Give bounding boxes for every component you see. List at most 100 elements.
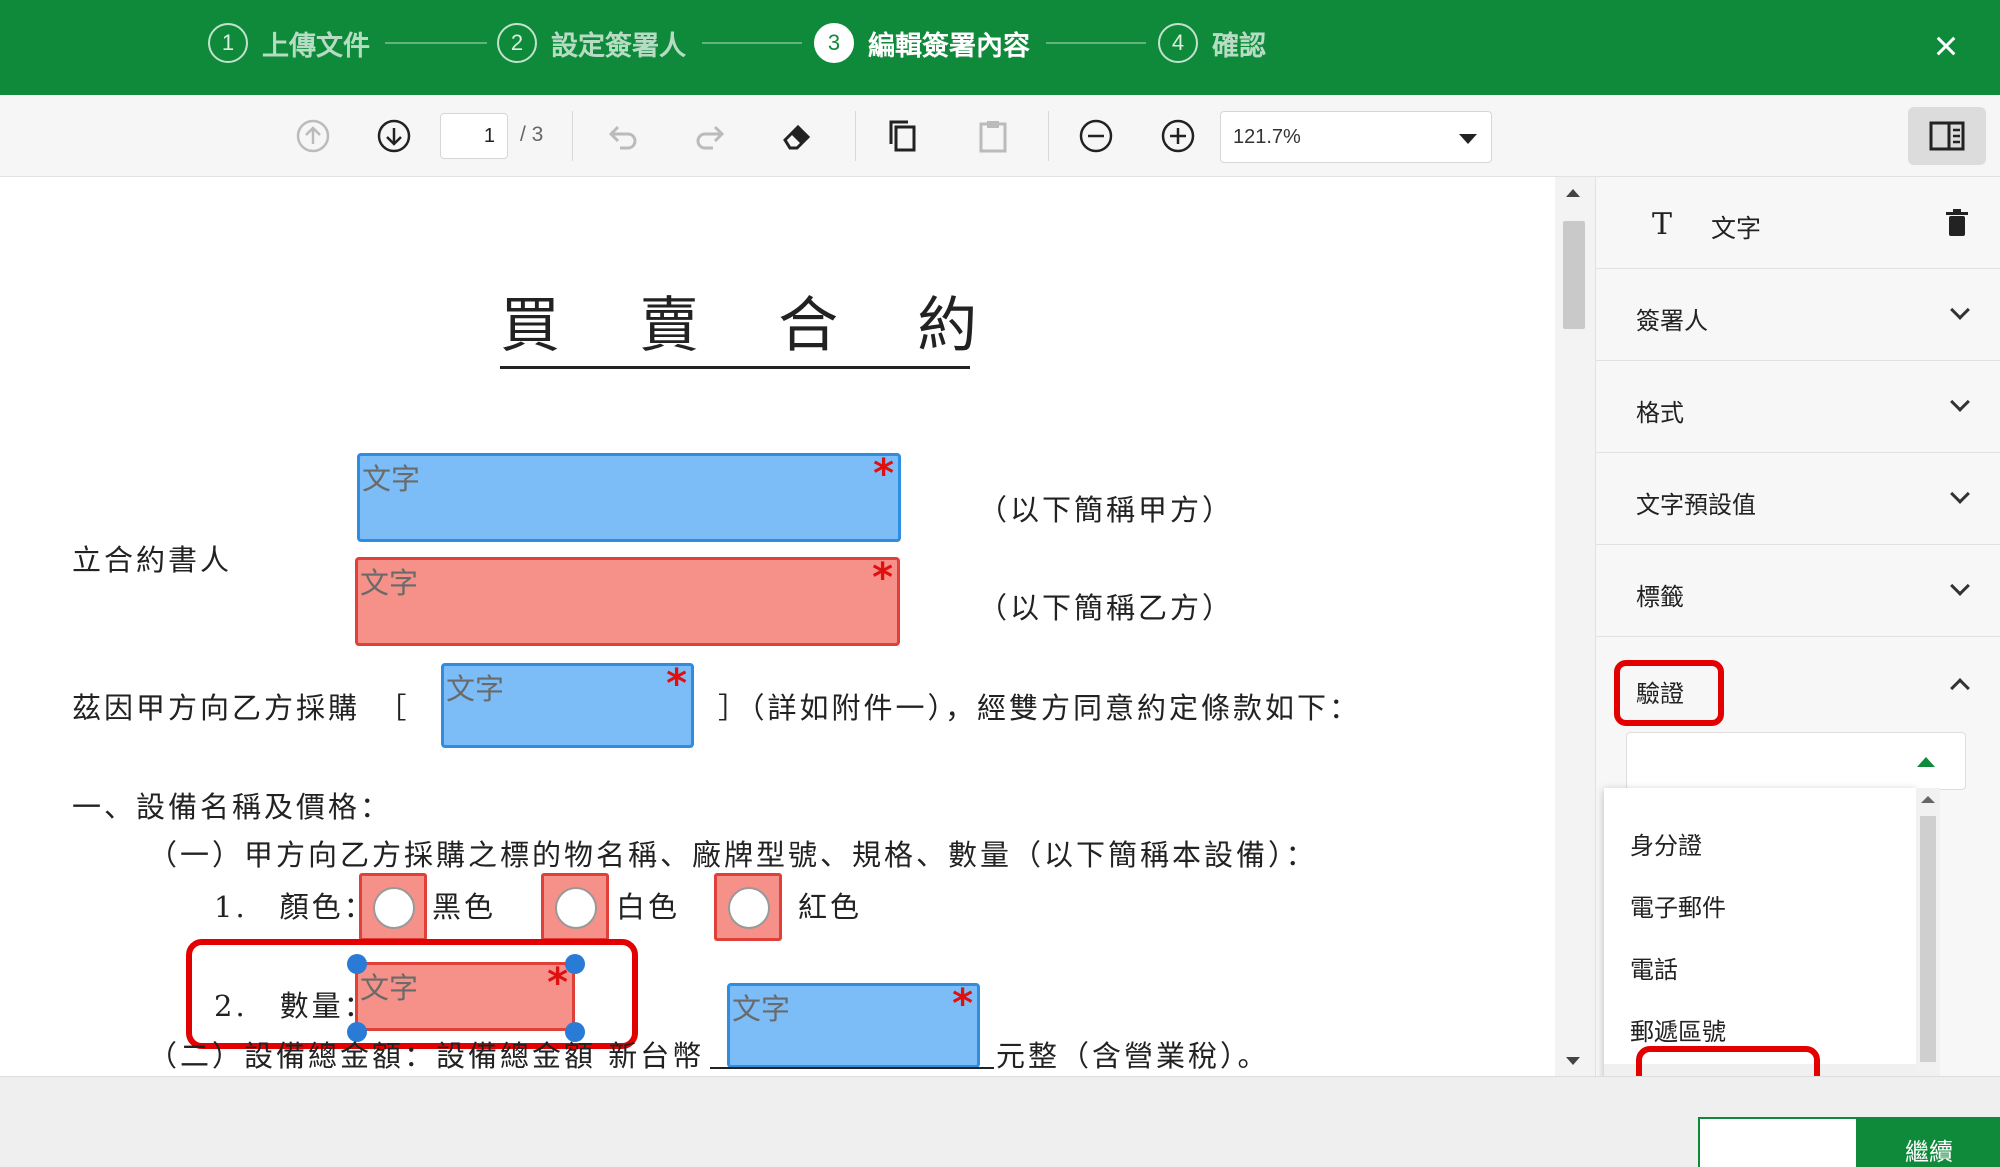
validation-select[interactable]: [1626, 732, 1966, 790]
text-type-icon: T: [1652, 207, 1673, 242]
zoom-select[interactable]: 121.7%: [1220, 111, 1492, 163]
undo-icon[interactable]: [596, 110, 648, 162]
step-label: 編輯簽署內容: [868, 30, 1030, 62]
radio-circle: [728, 887, 770, 929]
zoom-value: 121.7%: [1233, 126, 1301, 148]
page-total: / 3: [520, 123, 544, 146]
purchase-suffix: ］（詳如附件一），經雙方同意約定條款如下：: [718, 691, 1362, 725]
prev-page-icon[interactable]: [287, 110, 339, 162]
step-upload[interactable]: 1 上傳文件: [208, 22, 370, 64]
option-email[interactable]: 電子郵件: [1604, 878, 1916, 938]
step-label: 設定簽署人: [551, 30, 686, 62]
zoom-in-icon[interactable]: [1152, 110, 1204, 162]
purchase-prefix: 茲因甲方向乙方採購 ［: [72, 691, 410, 725]
section-1-2-text: （二）設備總金額：設備總金額 新台幣: [148, 1039, 705, 1073]
option-id-number[interactable]: 身分證: [1604, 816, 1916, 876]
continue-button[interactable]: 繼續: [1858, 1117, 2000, 1167]
quantity-label: 2. 數量：: [214, 989, 376, 1023]
step-connector: [702, 42, 802, 44]
section-default-text[interactable]: 文字預設值: [1596, 453, 2000, 545]
section-label: 標籤: [1636, 583, 1684, 611]
eraser-icon[interactable]: [772, 110, 824, 162]
text-field-amount[interactable]: 文字 *: [727, 983, 980, 1068]
scroll-thumb[interactable]: [1563, 221, 1585, 329]
section-label: 文字預設值: [1636, 491, 1756, 519]
text-field-party-b[interactable]: 文字 *: [355, 557, 900, 646]
step-confirm[interactable]: 4 確認: [1158, 22, 1266, 64]
paste-icon[interactable]: [967, 110, 1019, 162]
trash-icon[interactable]: [1946, 209, 1968, 242]
section-tag[interactable]: 標籤: [1596, 545, 2000, 637]
required-mark: *: [872, 555, 893, 601]
party-a-note: （以下簡稱甲方）: [978, 493, 1235, 527]
secondary-button[interactable]: [1698, 1117, 1858, 1167]
color-black-label: 黑色: [432, 890, 497, 924]
option-phone[interactable]: 電話: [1604, 940, 1916, 1000]
scroll-up-icon[interactable]: [1921, 796, 1935, 803]
chevron-up-icon: [1950, 678, 1970, 698]
document-scrollbar[interactable]: [1555, 177, 1595, 1076]
scroll-up-icon[interactable]: [1566, 189, 1580, 197]
color-label: 1. 顏色：: [214, 890, 376, 924]
text-field-party-a[interactable]: 文字 *: [357, 453, 901, 542]
section-1-1-text: （一）甲方向乙方採購之標的物名稱、廠牌型號、規格、數量（以下簡稱本設備）：: [148, 838, 1318, 872]
required-mark: *: [952, 981, 973, 1027]
radio-red[interactable]: [714, 873, 782, 941]
highlight-validation-label: [1614, 660, 1724, 726]
chevron-down-icon: [1459, 134, 1477, 144]
text-field-quantity[interactable]: 文字 *: [355, 962, 575, 1031]
field-placeholder: 文字: [446, 672, 505, 706]
step-connector: [385, 42, 487, 44]
step-number: 2: [497, 23, 537, 63]
section-1-heading: 一、設備名稱及價格：: [72, 790, 393, 824]
color-red-label: 紅色: [798, 890, 863, 924]
copy-icon[interactable]: [877, 110, 929, 162]
chevron-down-icon: [1950, 300, 1970, 320]
panel-header: T 文字: [1596, 177, 2000, 269]
radio-white[interactable]: [541, 873, 609, 941]
chevron-up-icon: [1917, 757, 1935, 767]
required-mark: *: [547, 960, 568, 1006]
text-field-purchase-item[interactable]: 文字 *: [441, 663, 694, 748]
radio-black[interactable]: [359, 873, 427, 941]
bottom-bar: 繼續: [0, 1076, 2000, 1167]
field-placeholder: 文字: [360, 566, 419, 600]
party-b-note: （以下簡稱乙方）: [978, 591, 1235, 625]
toolbar: 1 / 3 121.7%: [0, 95, 2000, 177]
resize-handle[interactable]: [347, 954, 367, 974]
signer-label: 立合約書人: [72, 543, 233, 577]
stepper-bar: 1 上傳文件 2 設定簽署人 3 編輯簽署內容 4 確認 ×: [0, 0, 2000, 95]
dropdown-scrollbar[interactable]: [1916, 788, 1940, 1116]
step-set-signers[interactable]: 2 設定簽署人: [497, 22, 686, 64]
chevron-down-icon: [1950, 392, 1970, 412]
divider: [855, 111, 856, 161]
redo-icon[interactable]: [685, 110, 737, 162]
panel-title: 文字: [1711, 214, 1762, 243]
step-edit-content[interactable]: 3 編輯簽署內容: [814, 22, 1030, 64]
chevron-down-icon: [1950, 484, 1970, 504]
panel-toggle-icon[interactable]: [1908, 107, 1986, 165]
resize-handle[interactable]: [565, 954, 585, 974]
next-page-icon[interactable]: [368, 110, 420, 162]
section-label: 簽署人: [1636, 307, 1708, 335]
required-mark: *: [873, 451, 894, 497]
section-format[interactable]: 格式: [1596, 361, 2000, 453]
section-signer[interactable]: 簽署人: [1596, 269, 2000, 361]
step-number: 3: [814, 23, 854, 63]
field-placeholder: 文字: [732, 992, 791, 1026]
zoom-out-icon[interactable]: [1070, 110, 1122, 162]
page-number-input[interactable]: 1: [440, 113, 508, 159]
radio-circle: [555, 887, 597, 929]
step-label: 上傳文件: [262, 30, 370, 62]
color-white-label: 白色: [616, 890, 681, 924]
step-connector: [1046, 42, 1146, 44]
field-placeholder: 文字: [362, 462, 421, 496]
divider: [1048, 111, 1049, 161]
scroll-down-icon[interactable]: [1566, 1057, 1580, 1065]
amount-underline: [710, 1067, 994, 1069]
document-canvas[interactable]: 買 賣 合 約 立合約書人 文字 * （以下簡稱甲方） 文字 * （以下簡稱乙方…: [0, 177, 1555, 1076]
close-icon[interactable]: ×: [1918, 18, 1974, 74]
scroll-thumb[interactable]: [1920, 816, 1936, 1062]
step-label: 確認: [1212, 30, 1266, 62]
radio-circle: [373, 887, 415, 929]
